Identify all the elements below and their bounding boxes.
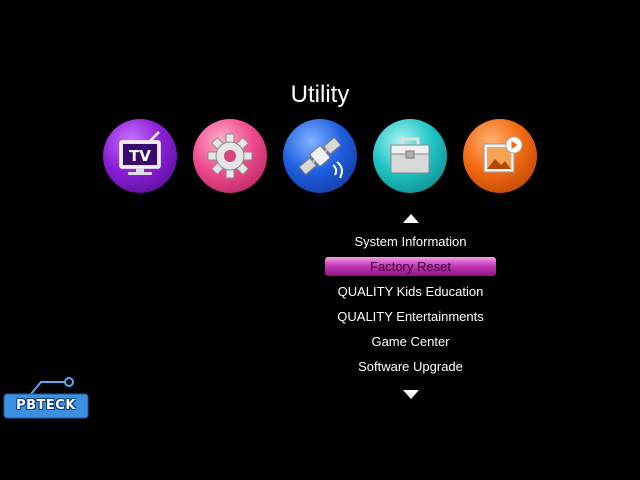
toolbox-icon[interactable] [373,119,447,193]
menu-item-quality-entertainments[interactable]: QUALITY Entertainments [325,304,496,329]
utility-menu: System Information Factory Reset QUALITY… [325,229,496,379]
tv-icon-label: TV [129,147,151,165]
tv-icon[interactable]: TV [103,119,177,193]
menu-item-game-center[interactable]: Game Center [325,329,496,354]
media-icon[interactable] [463,119,537,193]
utility-screen: Utility TV System Information Factory Re… [0,0,640,480]
gear-icon[interactable] [193,119,267,193]
scroll-up-arrow-icon[interactable] [403,214,419,223]
menu-item-quality-kids-education[interactable]: QUALITY Kids Education [325,279,496,304]
satellite-icon[interactable] [283,119,357,193]
menu-item-factory-reset[interactable]: Factory Reset [325,257,496,276]
menu-item-software-upgrade[interactable]: Software Upgrade [325,354,496,379]
page-title: Utility [290,81,350,108]
logo-text: PBTECK [16,398,76,413]
menu-item-system-information[interactable]: System Information [325,229,496,254]
brand-logo: PBTECK [3,374,89,420]
scroll-down-arrow-icon[interactable] [403,390,419,399]
